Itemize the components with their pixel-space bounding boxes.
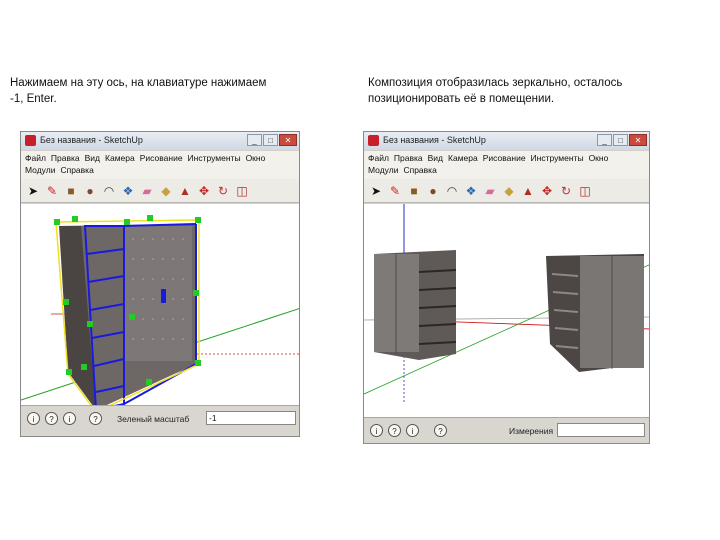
offset-icon[interactable]: ◫ bbox=[234, 183, 250, 199]
status-label: Измерения bbox=[509, 426, 554, 436]
pencil-icon[interactable]: ✎ bbox=[44, 183, 60, 199]
rotate-icon[interactable]: ↻ bbox=[215, 183, 231, 199]
offset-icon[interactable]: ◫ bbox=[577, 183, 593, 199]
rectangle-icon[interactable]: ■ bbox=[63, 183, 79, 199]
geo-location-icon[interactable]: i bbox=[370, 424, 383, 437]
select-icon[interactable]: ➤ bbox=[368, 183, 384, 199]
menu-file[interactable]: Файл bbox=[368, 153, 389, 163]
cabinet-original-door bbox=[374, 254, 419, 352]
menu-edit[interactable]: Правка bbox=[394, 153, 423, 163]
menu-draw[interactable]: Рисование bbox=[483, 153, 526, 163]
tape-measure-icon[interactable]: ◆ bbox=[501, 183, 517, 199]
credits-icon[interactable]: ? bbox=[45, 412, 58, 425]
select-icon[interactable]: ➤ bbox=[25, 183, 41, 199]
window-controls: _ □ ✕ bbox=[597, 134, 647, 146]
push-pull-icon[interactable]: ▲ bbox=[177, 183, 193, 199]
rectangle-icon[interactable]: ■ bbox=[406, 183, 422, 199]
value-control-box[interactable] bbox=[557, 423, 645, 437]
tape-measure-icon[interactable]: ◆ bbox=[158, 183, 174, 199]
title-bar: Без названия - SketchUp _ □ ✕ bbox=[21, 132, 299, 150]
make-component-icon[interactable]: ❖ bbox=[120, 183, 136, 199]
left-caption: Нажимаем на эту ось, на клавиатуре нажим… bbox=[10, 75, 320, 107]
left-caption-line-2: -1, Enter. bbox=[10, 93, 57, 105]
menu-bar: Файл Правка Вид Камера Рисование Инструм… bbox=[364, 151, 649, 179]
status-bar: i ? i ? Измерения bbox=[364, 417, 649, 443]
main-toolbar: ➤ ✎ ■ ● ◠ ❖ ▰ ◆ ▲ ✥ ↻ ◫ bbox=[364, 179, 649, 203]
menu-plugins[interactable]: Модули bbox=[368, 165, 398, 175]
menu-plugins[interactable]: Модули bbox=[25, 165, 55, 175]
scene-graphic bbox=[21, 215, 299, 408]
window-title: Без названия - SketchUp bbox=[40, 135, 143, 145]
scene-graphic bbox=[364, 204, 649, 404]
arc-icon[interactable]: ◠ bbox=[101, 183, 117, 199]
sketchup-logo-icon bbox=[25, 135, 36, 146]
push-pull-icon[interactable]: ▲ bbox=[520, 183, 536, 199]
rotate-icon[interactable]: ↻ bbox=[558, 183, 574, 199]
title-bar: Без названия - SketchUp _ □ ✕ bbox=[364, 132, 649, 150]
cabinet-door bbox=[124, 226, 192, 361]
main-toolbar: ➤ ✎ ■ ● ◠ ❖ ▰ ◆ ▲ ✥ ↻ ◫ bbox=[21, 179, 299, 203]
right-caption: Композиция отобразилась зеркально, остал… bbox=[368, 75, 698, 107]
status-bar: i ? i ? Зеленый масштаб -1 bbox=[21, 405, 299, 436]
eraser-icon[interactable]: ▰ bbox=[482, 183, 498, 199]
menu-draw[interactable]: Рисование bbox=[140, 153, 183, 163]
close-button[interactable]: ✕ bbox=[629, 134, 647, 146]
maximize-button[interactable]: □ bbox=[263, 134, 278, 146]
circle-icon[interactable]: ● bbox=[82, 183, 98, 199]
door-handle bbox=[161, 289, 166, 303]
menu-camera[interactable]: Камера bbox=[105, 153, 135, 163]
minimize-button[interactable]: _ bbox=[597, 134, 612, 146]
circle-icon[interactable]: ● bbox=[425, 183, 441, 199]
menu-edit[interactable]: Правка bbox=[51, 153, 80, 163]
maximize-button[interactable]: □ bbox=[613, 134, 628, 146]
minimize-button[interactable]: _ bbox=[247, 134, 262, 146]
left-caption-line-1: Нажимаем на эту ось, на клавиатуре нажим… bbox=[10, 77, 267, 89]
make-component-icon[interactable]: ❖ bbox=[463, 183, 479, 199]
right-caption-line-2: позиционировать её в помещении. bbox=[368, 93, 555, 105]
move-icon[interactable]: ✥ bbox=[539, 183, 555, 199]
menu-help[interactable]: Справка bbox=[60, 165, 93, 175]
right-caption-line-1: Композиция отобразилась зеркально, остал… bbox=[368, 77, 623, 89]
menu-bar: Файл Правка Вид Камера Рисование Инструм… bbox=[21, 151, 299, 179]
eraser-icon[interactable]: ▰ bbox=[139, 183, 155, 199]
menu-window[interactable]: Окно bbox=[589, 153, 609, 163]
close-button[interactable]: ✕ bbox=[279, 134, 297, 146]
menu-camera[interactable]: Камера bbox=[448, 153, 478, 163]
arc-icon[interactable]: ◠ bbox=[444, 183, 460, 199]
help-icon[interactable]: ? bbox=[434, 424, 447, 437]
menu-help[interactable]: Справка bbox=[403, 165, 436, 175]
pencil-icon[interactable]: ✎ bbox=[387, 183, 403, 199]
drawing-area[interactable] bbox=[21, 204, 299, 408]
window-controls: _ □ ✕ bbox=[247, 134, 297, 146]
right-sketchup-window: Без названия - SketchUp _ □ ✕ Файл Правк… bbox=[363, 131, 650, 444]
menu-tools[interactable]: Инструменты bbox=[531, 153, 584, 163]
geo-location-icon[interactable]: i bbox=[27, 412, 40, 425]
left-sketchup-window: Без названия - SketchUp _ □ ✕ Файл Правк… bbox=[20, 131, 300, 437]
menu-view[interactable]: Вид bbox=[85, 153, 100, 163]
menu-file[interactable]: Файл bbox=[25, 153, 46, 163]
window-title: Без названия - SketchUp bbox=[383, 135, 486, 145]
menu-window[interactable]: Окно bbox=[246, 153, 266, 163]
move-icon[interactable]: ✥ bbox=[196, 183, 212, 199]
sketchup-logo-icon bbox=[368, 135, 379, 146]
user-icon[interactable]: i bbox=[406, 424, 419, 437]
help-icon[interactable]: ? bbox=[89, 412, 102, 425]
status-label: Зеленый масштаб bbox=[117, 414, 190, 424]
menu-view[interactable]: Вид bbox=[428, 153, 443, 163]
menu-tools[interactable]: Инструменты bbox=[188, 153, 241, 163]
value-control-box[interactable]: -1 bbox=[206, 411, 296, 425]
credits-icon[interactable]: ? bbox=[388, 424, 401, 437]
drawing-area[interactable] bbox=[364, 204, 649, 420]
user-icon[interactable]: i bbox=[63, 412, 76, 425]
